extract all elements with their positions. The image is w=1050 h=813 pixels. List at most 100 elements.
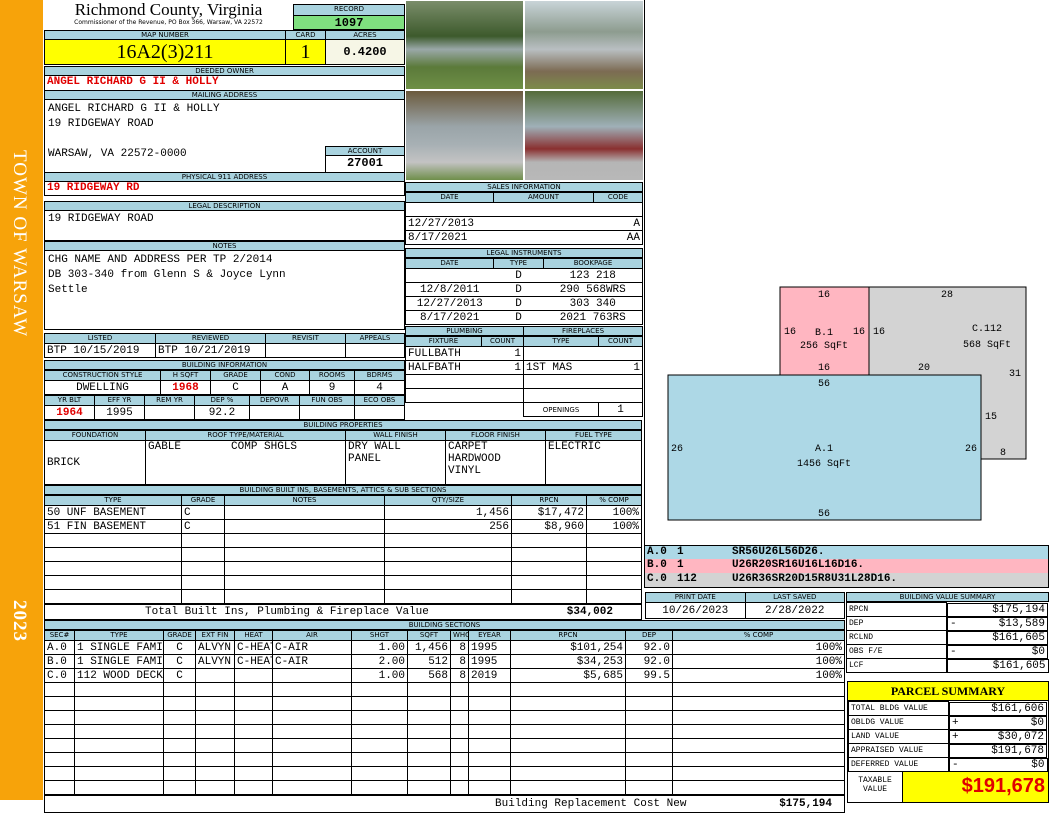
summary-label: RPCN	[846, 602, 947, 617]
review-table: LISTED REVIEWED REVISIT APPEALS BTP 10/15/2…	[44, 333, 405, 358]
instrument-row: 8/17/2021 D 2021 763RS	[405, 310, 643, 325]
table-cell	[625, 766, 673, 781]
table-cell	[44, 724, 75, 739]
table-cell	[450, 738, 469, 753]
dim-label: 16	[784, 327, 796, 338]
table-cell: C-HEAT	[234, 640, 273, 655]
table-cell	[593, 202, 643, 217]
table-cell	[468, 738, 511, 753]
last-saved: 2/28/2022	[744, 602, 845, 619]
table-cell: 12/27/2013	[405, 216, 494, 231]
table-cell	[234, 752, 273, 767]
dim-label: 16	[818, 363, 830, 374]
taxable-value: $191,678	[903, 772, 1048, 802]
property-photo[interactable]	[405, 0, 524, 90]
table-cell: D	[493, 282, 544, 297]
table-cell: 1,456	[407, 640, 451, 655]
col-header: NOTES	[224, 495, 385, 506]
parcel-summary-title: PARCEL SUMMARY	[848, 682, 1048, 701]
summary-sign: -	[950, 645, 957, 658]
table-cell	[468, 766, 511, 781]
deeded-owner: ANGEL RICHARD G II & HOLLY	[44, 75, 405, 91]
code-type: 1	[677, 546, 684, 558]
table-cell: 1	[481, 346, 524, 361]
table-cell	[450, 780, 469, 795]
table-cell	[195, 724, 235, 739]
table-cell	[44, 682, 75, 697]
table-cell	[493, 216, 594, 231]
map-number: 16A2(3)211	[44, 39, 286, 65]
dim-label: 20	[918, 363, 930, 374]
condition: A	[260, 380, 310, 395]
table-cell	[407, 766, 451, 781]
table-cell	[407, 752, 451, 767]
table-cell	[468, 682, 511, 697]
summary-label: APPRAISED VALUE	[848, 743, 949, 758]
revisit-header: REVISIT	[265, 333, 346, 344]
remaining-year	[144, 405, 195, 420]
parcel-summary-row: DEFERRED VALUE - $0	[848, 757, 1048, 772]
table-cell	[586, 533, 642, 548]
col-header: DEPOVR	[249, 395, 300, 406]
table-cell	[163, 752, 196, 767]
col-header: GRADE	[163, 630, 196, 641]
table-cell	[511, 533, 587, 548]
table-cell	[586, 547, 642, 562]
table-cell: C	[181, 519, 225, 534]
table-cell: 92.0	[625, 654, 673, 669]
instrument-row: D 123 218	[405, 268, 643, 283]
col-header: ROOF TYPE/MATERIAL	[145, 430, 346, 441]
builtins-section: BUILDING BUILT INS, BASEMENTS, ATTICS & …	[44, 485, 642, 620]
property-photo[interactable]	[524, 90, 644, 181]
table-cell	[625, 780, 673, 795]
parcel-summary-row: TOTAL BLDG VALUE $161,606	[848, 701, 1048, 716]
property-photo[interactable]	[524, 0, 644, 90]
col-header: TYPE	[74, 630, 164, 641]
table-cell	[44, 533, 182, 548]
record-number: 1097	[293, 15, 405, 30]
table-cell	[625, 696, 673, 711]
col-header: CONSTRUCTION STYLE	[44, 370, 161, 381]
table-cell: 50 UNF BASEMENT	[44, 505, 182, 520]
table-cell	[511, 589, 587, 604]
roof-type: GABLE	[148, 441, 182, 454]
col-header: WHGT	[450, 630, 469, 641]
property-photo[interactable]	[405, 90, 524, 181]
plumbing-row	[405, 388, 524, 403]
summary-label: LCF	[846, 658, 947, 673]
table-cell: 2019	[468, 668, 511, 683]
col-header: DEP %	[194, 395, 250, 406]
col-header: ECO OBS	[354, 395, 405, 406]
section-row: A.01 SINGLE FAMILYCALVYNC-HEATC-AIR1.001…	[44, 640, 845, 655]
summary-label: DEFERRED VALUE	[848, 757, 949, 772]
summary-value: $175,194	[992, 603, 1045, 616]
instrument-row: 12/27/2013 D 303 340	[405, 296, 643, 311]
table-cell: $17,472	[511, 505, 587, 520]
table-cell	[468, 724, 511, 739]
table-cell	[586, 589, 642, 604]
table-cell	[586, 561, 642, 576]
sketch-area[interactable]: B.1 256 SqFt 16 16 16 16 C.112 568 SqFt …	[644, 0, 1049, 545]
builtin-row	[44, 561, 642, 576]
col-header: SHGT	[351, 630, 408, 641]
acres-value: 0.4200	[325, 39, 405, 65]
floor-finish: VINYL	[448, 465, 482, 477]
card-number: 1	[285, 39, 326, 65]
table-cell	[598, 374, 643, 389]
col-header: FUEL TYPE	[545, 430, 642, 441]
area-name: C.112	[972, 324, 1002, 335]
table-cell: ALVYN	[195, 640, 235, 655]
code-path: SR56U26L56D26.	[732, 546, 825, 558]
table-cell	[672, 766, 845, 781]
reviewed-value: BTP 10/21/2019	[155, 343, 266, 358]
builtins-label: BUILDING BUILT INS, BASEMENTS, ATTICS & …	[44, 485, 642, 495]
table-cell	[195, 710, 235, 725]
builtin-row: 51 FIN BASEMENT C 256 $8,960 100%	[44, 519, 642, 534]
table-cell	[272, 696, 352, 711]
table-cell	[523, 346, 599, 361]
table-cell	[468, 696, 511, 711]
table-cell: 112 WOOD DECK	[74, 668, 164, 683]
table-cell	[672, 752, 845, 767]
fuel-type: ELECTRIC	[545, 440, 642, 485]
table-cell: 1995	[468, 654, 511, 669]
